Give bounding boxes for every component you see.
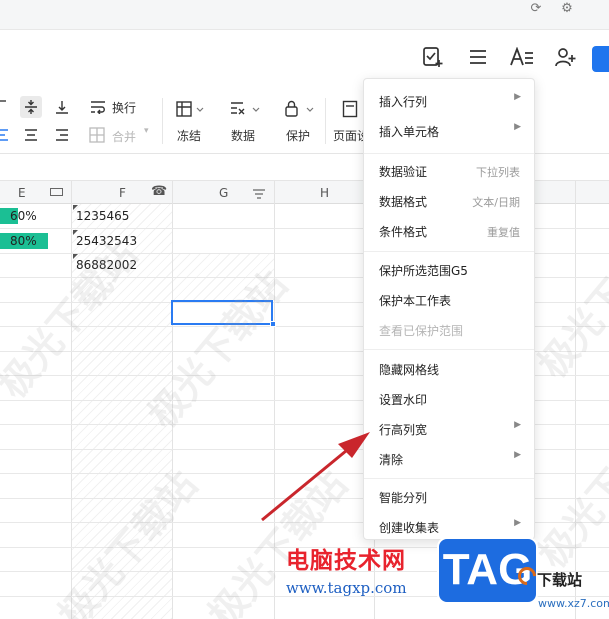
menu-item-data-format[interactable]: 数据格式 文本/日期 <box>364 189 534 213</box>
menu-item-label: 行高列宽 <box>379 423 428 437</box>
column-header-f[interactable]: F <box>119 186 126 200</box>
column-header-h[interactable]: H <box>320 186 329 200</box>
xz-site-name: 下载站 <box>537 571 583 589</box>
chevron-right-icon: ▶ <box>514 518 521 528</box>
menu-item-view-protected: 查看已保护范围 <box>364 318 534 342</box>
filter-icon[interactable] <box>252 185 266 204</box>
align-top-icon[interactable] <box>0 96 8 116</box>
menu-item-protect-sheet[interactable]: 保护本工作表 <box>364 288 534 312</box>
chevron-right-icon: ▶ <box>514 450 521 460</box>
add-task-icon[interactable] <box>421 44 445 70</box>
chevron-right-icon: ▶ <box>514 92 521 102</box>
sync-icon[interactable]: ⟳ <box>527 0 545 18</box>
menu-divider <box>364 478 534 479</box>
menu-item-label: 智能分列 <box>379 491 428 505</box>
align-middle-icon[interactable] <box>20 96 42 118</box>
menu-item-label: 清除 <box>379 453 404 467</box>
cell-f1[interactable]: 1235465 <box>76 209 129 223</box>
menu-item-conditional-format[interactable]: 条件格式 重复值 <box>364 219 534 243</box>
menu-item-hint: 重复值 <box>487 226 520 239</box>
phone-icon: ☎ <box>151 184 168 199</box>
title-strip: ⟳ ⚙ <box>0 0 609 30</box>
site-name-logo: 电脑技术网 <box>286 548 406 574</box>
freeze-label[interactable]: 冻结 <box>177 127 201 144</box>
data-label[interactable]: 数据 <box>231 127 255 144</box>
ribbon-divider <box>325 98 326 144</box>
menu-item-watermark[interactable]: 设置水印 <box>364 387 534 411</box>
site-url: www.tagxp.com <box>286 579 407 597</box>
freeze-icon[interactable] <box>174 98 206 120</box>
share-button[interactable] <box>592 46 609 72</box>
menu-item-protect-range[interactable]: 保护所选范围G5 <box>364 258 534 282</box>
xz-site-url: www.xz7.com <box>538 597 609 610</box>
column-header-g[interactable]: G <box>219 186 228 200</box>
merge-chevron-icon: ▾ <box>144 126 149 136</box>
menu-item-hide-gridlines[interactable]: 隐藏网格线 <box>364 357 534 381</box>
menu-divider <box>364 349 534 350</box>
align-right-icon[interactable] <box>52 125 72 145</box>
menu-item-data-validation[interactable]: 数据验证 下拉列表 <box>364 159 534 183</box>
cell-e1[interactable]: 60% <box>10 209 37 223</box>
cell-e2[interactable]: 80% <box>10 234 37 248</box>
menu-item-smart-split[interactable]: 智能分列 <box>364 485 534 509</box>
page-setup-icon[interactable] <box>341 99 359 119</box>
column-type-icon <box>50 188 63 196</box>
merge-label: 合并 <box>112 130 137 144</box>
fill-handle[interactable] <box>270 321 276 327</box>
add-user-icon[interactable] <box>553 44 577 70</box>
cell-f3[interactable]: 86882002 <box>76 258 137 272</box>
progress-bar-e2: 80% <box>0 233 48 249</box>
menu-icon[interactable] <box>466 44 490 70</box>
menu-item-hint: 文本/日期 <box>472 196 520 209</box>
menu-item-label: 保护本工作表 <box>379 294 452 308</box>
menu-item-label: 保护所选范围G5 <box>379 264 468 278</box>
progress-bar-e1: 60% <box>0 208 37 224</box>
menu-item-insert-row-col[interactable]: 插入行列 ▶ <box>364 89 534 113</box>
chevron-right-icon: ▶ <box>514 420 521 430</box>
selected-cell-g5[interactable] <box>171 300 273 325</box>
menu-item-row-col-size[interactable]: 行高列宽 ▶ <box>364 417 534 441</box>
align-center-icon[interactable] <box>21 125 41 145</box>
menu-divider <box>364 153 534 154</box>
menu-item-label: 设置水印 <box>379 393 428 407</box>
data-icon[interactable] <box>228 98 262 120</box>
cell-f2[interactable]: 25432543 <box>76 234 137 248</box>
watermark-text: 极光下载站 <box>529 212 609 387</box>
menu-item-label: 条件格式 <box>379 225 428 239</box>
menu-item-label: 创建收集表 <box>379 521 440 535</box>
menu-divider <box>364 251 534 252</box>
menu-item-label: 查看已保护范围 <box>379 324 464 338</box>
menu-item-label: 插入行列 <box>379 95 428 109</box>
context-menu: 插入行列 ▶ 插入单元格 ▶ 数据验证 下拉列表 数据格式 文本/日期 条件格式… <box>363 78 535 540</box>
menu-item-insert-cell[interactable]: 插入单元格 ▶ <box>364 119 534 143</box>
menu-item-hint: 下拉列表 <box>476 166 520 179</box>
ribbon-divider <box>162 98 163 144</box>
column-header-e[interactable]: E <box>18 186 26 200</box>
lock-icon[interactable] <box>282 98 316 120</box>
text-format-icon[interactable] <box>508 44 536 70</box>
menu-item-create-form[interactable]: 创建收集表 ▶ <box>364 515 534 539</box>
align-left-icon[interactable] <box>0 125 10 145</box>
menu-item-label: 数据格式 <box>379 195 428 209</box>
wrap-label[interactable]: 换行 <box>112 99 136 116</box>
settings-icon[interactable]: ⚙ <box>558 0 576 18</box>
wrap-text-icon[interactable] <box>88 97 108 117</box>
align-bottom-icon[interactable] <box>52 96 72 118</box>
menu-item-label: 数据验证 <box>379 165 428 179</box>
protect-label[interactable]: 保护 <box>286 127 310 144</box>
menu-item-label: 隐藏网格线 <box>379 363 440 377</box>
merge-icon <box>88 126 106 144</box>
chevron-right-icon: ▶ <box>514 122 521 132</box>
menu-item-clear[interactable]: 清除 ▶ <box>364 447 534 471</box>
menu-item-label: 插入单元格 <box>379 125 440 139</box>
